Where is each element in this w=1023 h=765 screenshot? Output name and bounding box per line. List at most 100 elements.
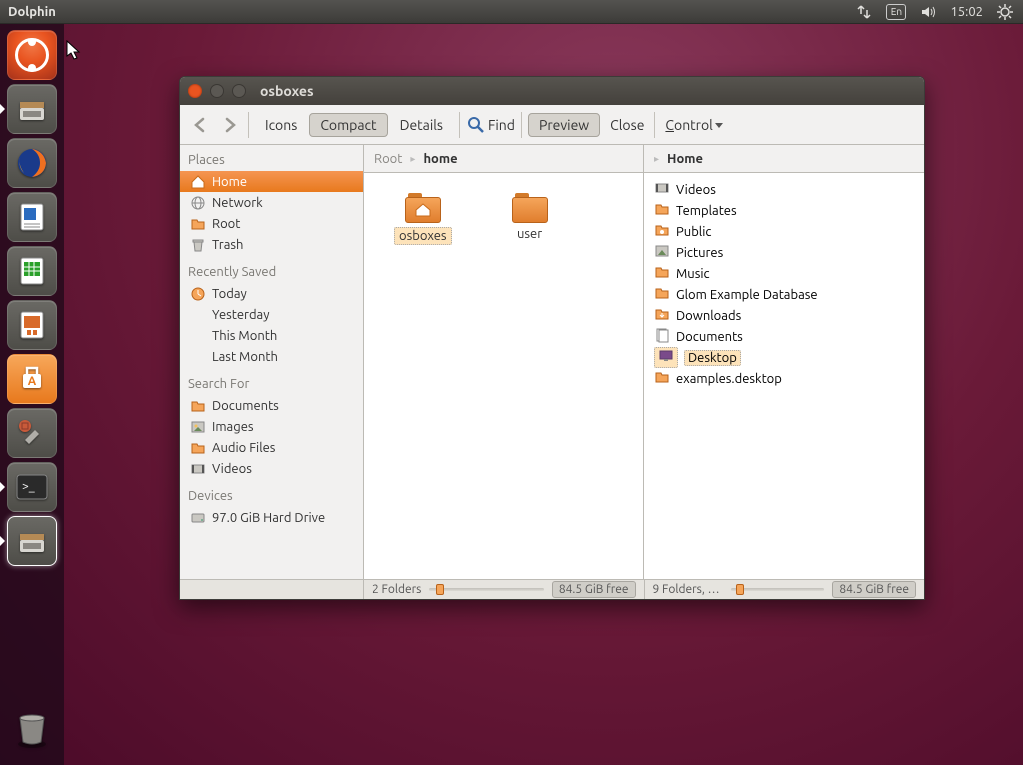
list-item-glom-example-database[interactable]: Glom Example Database [644, 284, 924, 305]
launcher-terminal-icon[interactable]: >_ [7, 462, 57, 512]
places-item-home[interactable]: Home [180, 171, 363, 192]
recent-item-yesterday[interactable]: Yesterday [180, 304, 363, 325]
svg-text:>_: >_ [22, 480, 35, 493]
titlebar[interactable]: osboxes [180, 77, 924, 105]
status-right-count: 9 Folders, 1 File (8.8 KiB) [653, 583, 723, 596]
launcher-settings-icon[interactable] [7, 408, 57, 458]
zoom-slider-left[interactable] [429, 588, 544, 591]
keyboard-indicator[interactable]: En [886, 4, 906, 20]
sidebar-item-label: Images [212, 420, 254, 434]
search-item-images[interactable]: Images [180, 416, 363, 437]
view-details-button[interactable]: Details [390, 114, 453, 136]
search-item-documents[interactable]: Documents [180, 395, 363, 416]
folder-user[interactable]: user [512, 193, 548, 245]
list-item-label: Desktop [684, 350, 741, 366]
launcher-dash-icon[interactable] [7, 30, 57, 80]
list-item-label: examples.desktop [676, 372, 782, 386]
chevron-down-icon [715, 123, 723, 128]
window-minimize-icon[interactable] [210, 84, 224, 98]
launcher-software-icon[interactable]: A [7, 354, 57, 404]
svg-text:A: A [28, 375, 37, 388]
launcher-trash-icon[interactable] [7, 703, 57, 753]
find-button[interactable]: Find [466, 115, 515, 135]
search-heading: Search For [180, 373, 363, 395]
today-icon [190, 286, 206, 302]
network-icon [190, 195, 206, 211]
preview-button[interactable]: Preview [528, 113, 600, 137]
menu-bar: Dolphin En 15:02 [0, 0, 1023, 24]
public-icon [654, 222, 670, 241]
breadcrumb-right[interactable]: ▸ Home [644, 145, 924, 173]
folder-icon [405, 193, 441, 223]
list-item-documents[interactable]: Documents [644, 326, 924, 347]
control-menu[interactable]: Control [661, 115, 726, 135]
launcher-impress-icon[interactable] [7, 300, 57, 350]
desktop-icon [654, 347, 678, 368]
launcher-writer-icon[interactable] [7, 192, 57, 242]
devices-heading: Devices [180, 485, 363, 507]
places-item-root[interactable]: Root [180, 213, 363, 234]
folder-label: osboxes [394, 227, 452, 245]
recent-item-today[interactable]: Today [180, 283, 363, 304]
panel-right-body[interactable]: Videos Templates Public PicturesMusicGlom E… [644, 173, 924, 579]
recent-item-last-month[interactable]: Last Month [180, 346, 363, 367]
sound-indicator-icon[interactable] [920, 4, 936, 20]
list-item-downloads[interactable]: Downloads [644, 305, 924, 326]
panel-left-body[interactable]: osboxes user [364, 173, 643, 579]
folder-icon [190, 440, 206, 456]
launcher-files-icon[interactable] [7, 84, 57, 134]
recent-item-this-month[interactable]: This Month [180, 325, 363, 346]
list-item-templates[interactable]: Templates [644, 200, 924, 221]
view-compact-button[interactable]: Compact [309, 113, 387, 137]
breadcrumb-separator-icon: ▸ [410, 153, 415, 165]
search-item-videos[interactable]: Videos [180, 458, 363, 479]
launcher-dolphin-icon[interactable] [7, 516, 57, 566]
launcher-firefox-icon[interactable] [7, 138, 57, 188]
close-panel-button[interactable]: Close [606, 115, 648, 135]
list-item-examples-desktop[interactable]: examples.desktop [644, 368, 924, 389]
places-sidebar: Places HomeNetworkRootTrash Recently Sav… [180, 145, 364, 579]
launcher-calc-icon[interactable] [7, 246, 57, 296]
folder-icon [654, 285, 670, 304]
list-item-label: Templates [676, 204, 737, 218]
places-item-network[interactable]: Network [180, 192, 363, 213]
list-item-videos[interactable]: Videos [644, 179, 924, 200]
window-title: osboxes [260, 83, 314, 99]
status-left-count: 2 Folders [372, 583, 421, 596]
videos-icon [190, 461, 206, 477]
search-item-audio-files[interactable]: Audio Files [180, 437, 363, 458]
downloads-icon [654, 306, 670, 325]
view-mode-group: Icons Compact Details [255, 113, 453, 137]
places-item-trash[interactable]: Trash [180, 234, 363, 255]
breadcrumb-left[interactable]: Root ▸ home [364, 145, 643, 173]
list-item-music[interactable]: Music [644, 263, 924, 284]
view-icons-button[interactable]: Icons [255, 114, 307, 136]
list-item-label: Public [676, 225, 711, 239]
forward-button[interactable] [218, 111, 242, 139]
folder-icon [654, 201, 670, 220]
devices-item-97.0-gib-hard-drive[interactable]: 97.0 GiB Hard Drive [180, 507, 363, 528]
list-item-desktop[interactable]: Desktop [644, 347, 924, 368]
dolphin-window: osboxes Icons Compact Details Find Previ… [179, 76, 925, 600]
back-button[interactable] [188, 111, 212, 139]
window-maximize-icon[interactable] [232, 84, 246, 98]
list-item-label: Videos [676, 183, 716, 197]
list-item-pictures[interactable]: Pictures [644, 242, 924, 263]
panel-left: Root ▸ home osboxes user [364, 145, 644, 579]
system-indicator-icon[interactable] [997, 4, 1013, 20]
sidebar-item-label: This Month [212, 329, 277, 343]
status-sidebar-seg [180, 580, 364, 599]
folder-osboxes[interactable]: osboxes [394, 193, 452, 245]
window-close-icon[interactable] [188, 84, 202, 98]
sidebar-item-label: Today [212, 287, 247, 301]
pictures-icon [654, 243, 670, 262]
clock[interactable]: 15:02 [950, 5, 983, 19]
network-indicator-icon[interactable] [856, 4, 872, 20]
list-item-public[interactable]: Public [644, 221, 924, 242]
panel-right: ▸ Home Videos Templates Public PicturesMusi… [644, 145, 924, 579]
sidebar-item-label: Last Month [212, 350, 278, 364]
status-right-disk: 84.5 GiB free [832, 581, 916, 598]
zoom-slider-right[interactable] [731, 588, 825, 591]
sidebar-item-label: Trash [212, 238, 243, 252]
home-icon [190, 174, 206, 190]
